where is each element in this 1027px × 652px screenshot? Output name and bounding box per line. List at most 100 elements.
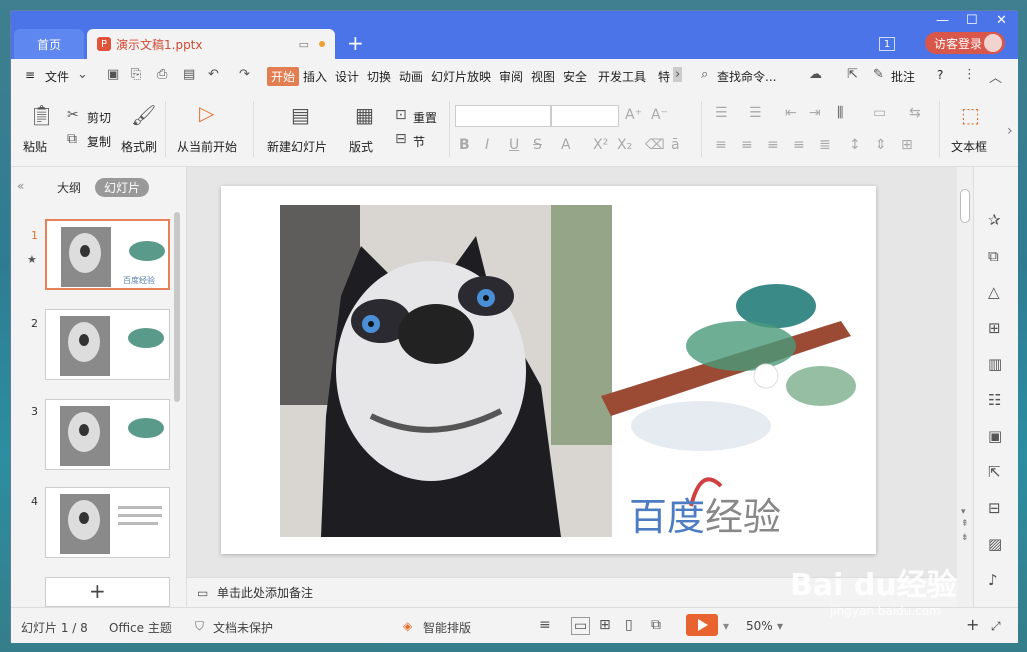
menu-slideshow[interactable]: 幻灯片放映 [431,68,491,85]
text-direction-icon[interactable]: ⇆ [909,105,921,121]
maximize-button[interactable]: ☐ [966,13,978,28]
add-slide-button[interactable]: + [89,579,106,603]
command-search[interactable]: 查找命令... [717,68,776,85]
align-right-icon[interactable]: ≡ [767,137,779,153]
numbering-icon[interactable]: ☰ [749,105,762,121]
columns-icon[interactable]: ▭ [873,105,886,121]
export-icon[interactable]: ⇱ [988,463,1001,481]
presenter-view-icon[interactable]: ⧉ [651,617,661,633]
align-center-icon[interactable]: ≡ [741,137,753,153]
menu-transition[interactable]: 切换 [367,68,391,85]
minimize-button[interactable]: — [936,13,949,28]
layout-button[interactable]: 版式 [349,138,373,155]
text-align-icon[interactable]: ⊞ [901,137,913,153]
strikethrough-icon[interactable]: S [533,137,542,153]
theme-name[interactable]: Office 主题 [109,619,172,636]
scroll-right-icon[interactable]: › [673,67,683,82]
para-spacing-icon[interactable]: ⇕ [875,137,887,153]
textbox-icon[interactable]: ⬚ [961,103,980,127]
tab-document[interactable]: P 演示文稿1.pptx ▭ [87,29,335,59]
layers-icon[interactable]: ⧉ [988,247,999,265]
from-current-button[interactable]: 从当前开始 [177,138,237,155]
undo-icon[interactable]: ↶ [208,67,219,82]
subscript-icon[interactable]: X₂ [617,137,632,153]
picture-icon[interactable]: ▨ [988,535,1002,553]
font-family-select[interactable] [455,105,551,127]
superscript-icon[interactable]: X² [593,137,608,153]
slide-thumbnail-4[interactable] [45,487,170,558]
font-size-select[interactable] [551,105,619,127]
export-icon[interactable]: ⎘ [131,67,141,82]
archive-icon[interactable]: ⊟ [988,499,1001,517]
font-grow-icon[interactable]: A⁺ [625,107,642,123]
play-options-icon[interactable]: ▾ [723,619,729,633]
menu-insert[interactable]: 插入 [303,68,327,85]
search-icon[interactable]: ⌕ [701,67,708,82]
section-button[interactable]: 节 [413,133,425,150]
slide-thumbnail-1[interactable]: 百度经验 [45,219,170,290]
tab-home[interactable]: 首页 [14,29,84,59]
shape-icon[interactable]: △ [988,283,1000,301]
distribute-icon[interactable]: ≣ [819,137,831,153]
protection-status[interactable]: 文档未保护 [213,619,273,636]
image-gallery-icon[interactable]: ▣ [988,427,1002,445]
preview-icon[interactable]: ▤ [183,67,195,82]
collapse-ribbon-icon[interactable]: ︿ [989,67,1002,86]
menu-annotate[interactable]: 批注 [891,68,915,85]
close-button[interactable]: ✕ [996,13,1007,28]
format-painter-icon[interactable]: 🖌︎ [131,103,156,127]
clear-format-icon[interactable]: ⌫ [645,137,665,153]
copy-button[interactable]: 复制 [87,133,111,150]
monitor-icon[interactable]: ▭ [299,38,309,51]
cut-button[interactable]: 剪切 [87,109,111,126]
font-color-icon[interactable]: A [561,137,571,153]
menu-start[interactable]: 开始 [267,67,300,86]
indent-icon[interactable]: ⇥ [809,105,821,121]
sorter-view-icon[interactable]: ⊞ [599,617,611,633]
share-icon[interactable]: ⇱ [847,67,858,82]
cloud-icon[interactable]: ☁ [809,67,822,82]
scrollbar-thumb[interactable] [960,189,970,223]
redo-icon[interactable]: ↷ [239,67,250,82]
zoom-in-icon[interactable]: + [966,615,979,634]
ribbon-scroll-icon[interactable]: › [1007,123,1013,139]
reset-button[interactable]: 重置 [413,109,437,126]
menu-view[interactable]: 视图 [531,68,555,85]
underline-icon[interactable]: U [509,137,519,153]
smart-layout-button[interactable]: 智能排版 [423,619,471,636]
slide-thumbnail-3[interactable] [45,399,170,470]
normal-view-icon[interactable]: ▭ [571,617,591,635]
more-icon[interactable]: ⋮ [963,67,976,82]
paste-icon[interactable]: 📋︎ [29,103,54,127]
canvas-scrollbar[interactable]: ▾ ⇞ ⇟ [957,167,973,607]
slide-thumbnail-5[interactable] [45,577,170,607]
line-height-icon[interactable]: ↕ [849,137,861,153]
settings-sliders-icon[interactable]: ☷ [988,391,1001,409]
tab-outline[interactable]: 大纲 [57,179,81,196]
layout-icon[interactable]: ▦ [355,103,374,127]
audio-icon[interactable]: ♪ [988,571,998,589]
chart-icon[interactable]: ▥ [988,355,1002,373]
menu-security[interactable]: 安全 [563,68,587,85]
scroll-down-icon[interactable]: ▾ [961,507,966,517]
reading-view-icon[interactable]: ▯ [625,617,633,633]
menu-review[interactable]: 审阅 [499,68,523,85]
collapse-panel-icon[interactable]: « [17,179,24,193]
italic-icon[interactable]: I [485,137,489,153]
play-slideshow-button[interactable] [686,614,718,636]
new-slide-button[interactable]: 新建幻灯片 [267,138,327,155]
save-icon[interactable]: ▣ [107,67,119,82]
menu-special[interactable]: 特 [658,68,670,85]
menu-developer[interactable]: 开发工具 [598,68,646,85]
hamburger-icon[interactable]: ≡ [25,68,35,82]
page-down-icon[interactable]: ⇟ [961,533,969,543]
zoom-dropdown-icon[interactable]: ▾ [777,619,783,633]
zoom-level[interactable]: 50% [746,619,773,633]
help-icon[interactable]: ? [937,68,943,82]
notes-view-icon[interactable]: ≡ [539,617,551,633]
fit-window-icon[interactable]: ⤢ [991,619,1001,634]
textbox-button[interactable]: 文本框 [951,138,987,155]
line-spacing-icon[interactable]: ⫼ [837,105,843,121]
grid-icon[interactable]: ⊞ [988,319,1001,337]
current-slide[interactable]: 百度经验 [221,186,876,554]
